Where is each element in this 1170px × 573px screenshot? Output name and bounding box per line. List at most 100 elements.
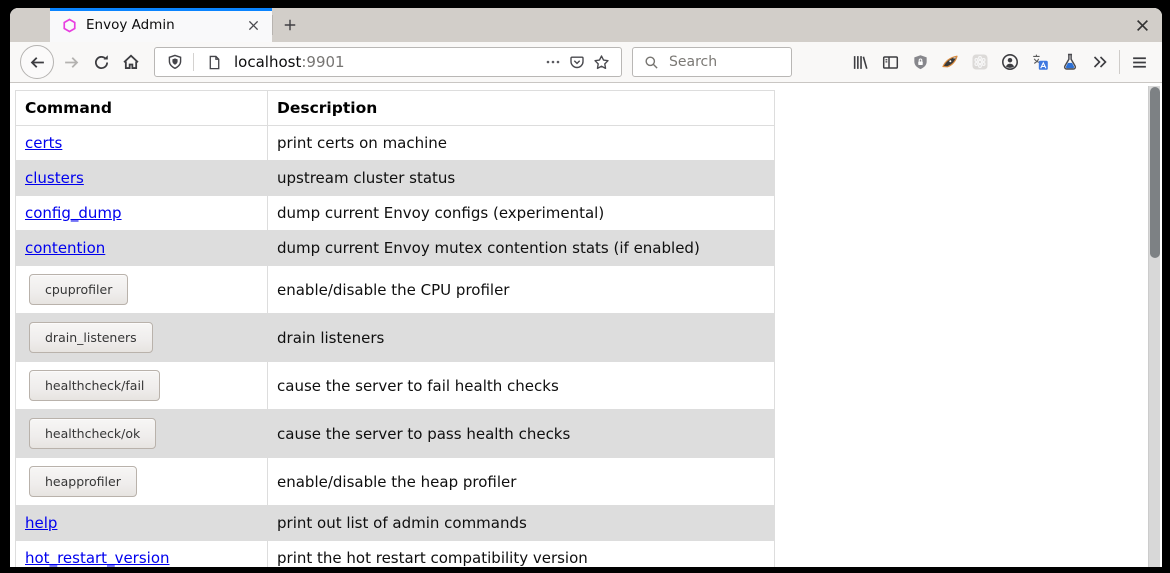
url-bar[interactable]: localhost:9901 (154, 47, 622, 77)
badger-extension-icon (941, 53, 959, 71)
account-icon (1001, 53, 1019, 71)
forward-button[interactable] (56, 47, 86, 77)
command-link-config_dump[interactable]: config_dump (25, 204, 122, 222)
header-command: Command (16, 91, 268, 126)
table-row-healthcheck/ok: healthcheck/ok cause the server to pass h… (16, 410, 775, 458)
description-cell: print certs on machine (268, 126, 775, 161)
header-description: Description (268, 91, 775, 126)
table-row-healthcheck/fail: healthcheck/fail cause the server to fail… (16, 362, 775, 410)
table-row-config_dump: config_dump dump current Envoy configs (e… (16, 196, 775, 231)
page-actions-dots-icon[interactable] (541, 50, 565, 74)
url-host: localhost (234, 53, 301, 71)
search-icon (639, 50, 663, 74)
account-button[interactable] (995, 47, 1025, 77)
reload-button[interactable] (86, 47, 116, 77)
home-icon (122, 53, 140, 71)
search-placeholder: Search (669, 54, 717, 70)
table-row-cpuprofiler: cpuprofilerenable/disable the CPU profil… (16, 266, 775, 314)
translate-extension-button[interactable] (1025, 47, 1055, 77)
tab-envoy-admin[interactable]: Envoy Admin (50, 8, 272, 42)
command-button-cpuprofiler[interactable]: cpuprofiler (29, 274, 128, 305)
command-button-heapprofiler[interactable]: heapprofiler (29, 466, 137, 497)
reload-icon (93, 54, 110, 71)
url-text: localhost:9901 (234, 53, 345, 71)
command-link-hot_restart_version[interactable]: hot_restart_version (25, 549, 170, 567)
library-icon (852, 54, 869, 71)
url-port: :9901 (301, 53, 344, 71)
tracking-protection-shield-icon[interactable] (163, 50, 187, 74)
snowflake-extension-icon (971, 53, 989, 71)
description-cell: cause the server to pass health checks (268, 410, 775, 458)
command-cell: clusters (16, 161, 268, 196)
back-arrow-icon (29, 54, 46, 71)
snowflake-extension-button[interactable] (965, 47, 995, 77)
envoy-favicon-icon (62, 18, 77, 33)
tabbar-drag-area (307, 8, 1122, 42)
scrollbar-thumb[interactable] (1150, 87, 1160, 258)
table-row-clusters: clusters upstream cluster status (16, 161, 775, 196)
command-cell: certs (16, 126, 268, 161)
command-cell: healthcheck/ok (16, 410, 268, 458)
command-link-certs[interactable]: certs (25, 134, 62, 152)
command-cell: help (16, 506, 268, 541)
shield-lock-icon (912, 54, 929, 71)
command-cell: drain_listeners (16, 314, 268, 362)
table-row-contention: contention dump current Envoy mutex conte… (16, 231, 775, 266)
command-table: Command Description certs print certs on … (15, 90, 775, 567)
command-link-clusters[interactable]: clusters (25, 169, 84, 187)
table-row-help: help print out list of admin commands (16, 506, 775, 541)
browser-window: Envoy Admin (10, 8, 1162, 567)
page-document-icon[interactable] (202, 50, 226, 74)
badger-extension-button[interactable] (935, 47, 965, 77)
description-cell: dump current Envoy configs (experimental… (268, 196, 775, 231)
library-button[interactable] (845, 47, 875, 77)
new-tab-button[interactable] (273, 8, 307, 42)
vertical-scrollbar[interactable] (1148, 86, 1160, 567)
tab-title: Envoy Admin (86, 17, 242, 33)
back-button[interactable] (20, 45, 54, 79)
sidebar-button[interactable] (875, 47, 905, 77)
description-cell: dump current Envoy mutex contention stat… (268, 231, 775, 266)
tabbar-corner-spacer (10, 8, 50, 42)
navigation-toolbar: localhost:9901 Search (10, 42, 1162, 83)
description-cell: cause the server to fail health checks (268, 362, 775, 410)
flask-extension-icon (1061, 53, 1079, 71)
description-cell: enable/disable the heap profiler (268, 458, 775, 506)
command-table-body: certs print certs on machine clusters upstr… (16, 126, 775, 568)
urlbar-separator (193, 53, 194, 71)
description-cell: upstream cluster status (268, 161, 775, 196)
command-cell: config_dump (16, 196, 268, 231)
bookmark-star-icon[interactable] (589, 50, 613, 74)
table-header-row: Command Description (16, 91, 775, 126)
description-cell: print the hot restart compatibility vers… (268, 541, 775, 568)
search-bar[interactable]: Search (632, 47, 792, 77)
tab-bar: Envoy Admin (10, 8, 1162, 42)
shield-lock-extension-button[interactable] (905, 47, 935, 77)
hamburger-menu-button[interactable] (1124, 47, 1154, 77)
window-close-button[interactable] (1122, 8, 1162, 42)
pocket-icon[interactable] (565, 50, 589, 74)
command-button-healthcheck/ok[interactable]: healthcheck/ok (29, 418, 156, 449)
command-link-help[interactable]: help (25, 514, 57, 532)
home-button[interactable] (116, 47, 146, 77)
toolbar-separator (1119, 50, 1120, 74)
tab-close-icon[interactable] (242, 14, 264, 36)
flask-extension-button[interactable] (1055, 47, 1085, 77)
overflow-chevrons-icon (1092, 54, 1108, 70)
command-button-drain_listeners[interactable]: drain_listeners (29, 322, 153, 353)
command-cell: heapprofiler (16, 458, 268, 506)
command-link-contention[interactable]: contention (25, 239, 105, 257)
hamburger-menu-icon (1131, 54, 1148, 71)
active-tab-accent (50, 8, 272, 11)
table-row-heapprofiler: heapprofiler enable/disable the heap prof… (16, 458, 775, 506)
command-cell: contention (16, 231, 268, 266)
forward-arrow-icon (63, 54, 80, 71)
command-cell: cpuprofiler (16, 266, 268, 314)
description-cell: print out list of admin commands (268, 506, 775, 541)
translate-extension-icon (1031, 53, 1049, 71)
command-cell: hot_restart_version (16, 541, 268, 568)
page-content: Command Description certs print certs on … (10, 83, 1162, 567)
command-button-healthcheck/fail[interactable]: healthcheck/fail (29, 370, 160, 401)
toolbar-extension-strip (845, 47, 1154, 77)
overflow-button[interactable] (1085, 47, 1115, 77)
